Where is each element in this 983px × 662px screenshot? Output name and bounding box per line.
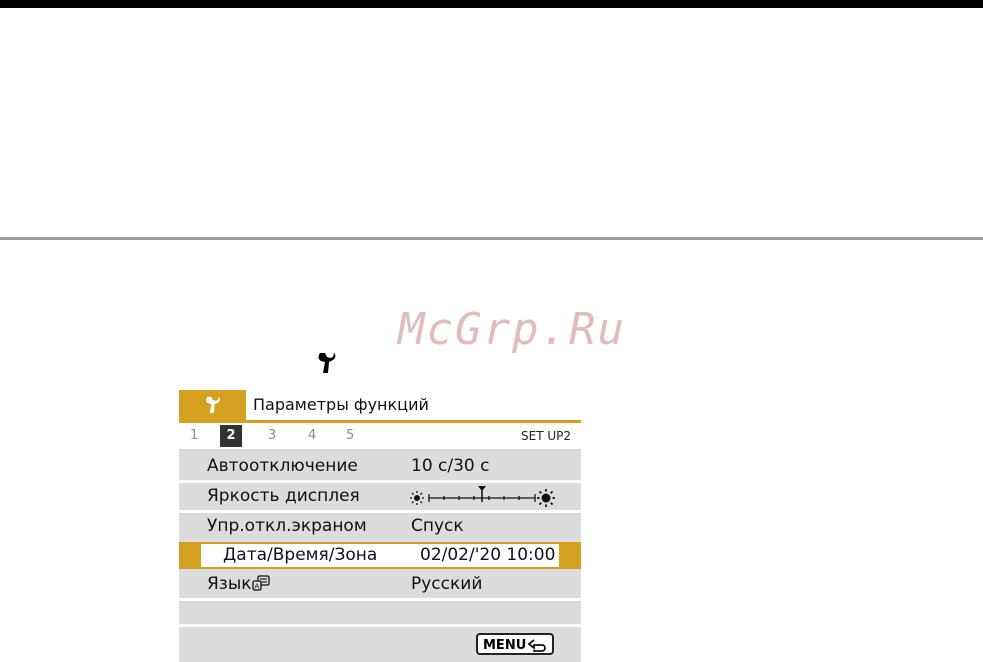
row-divider [179,598,581,601]
svg-text:A: A [254,583,259,591]
wrench-icon [205,396,220,414]
tab-page-3[interactable]: 3 [268,425,276,447]
sun-large-icon [537,489,555,507]
row-value: Спуск [411,516,464,536]
menu-back-button[interactable]: MENU [476,633,554,655]
page-tabs: 1 2 3 4 5 SET UP2 [179,423,581,449]
menu-row-auto-off[interactable]: Автоотключение 10 с/30 с [179,453,581,480]
language-label-text: Язык [207,574,252,594]
language-icon: A [251,575,270,591]
row-value: 02/02/'20 10:00 [420,545,556,565]
tab-setup[interactable] [179,390,246,420]
tab-page-2[interactable]: 2 [220,425,242,447]
watermark: McGrp.Ru [398,304,626,355]
row-label: Язык A [207,571,270,598]
row-label: Автоотключение [207,456,358,476]
page-indicator: SET UP2 [521,429,571,443]
menu-row-brightness[interactable]: Яркость дисплея [179,483,581,510]
tab-page-4[interactable]: 4 [308,425,316,447]
row-value: 10 с/30 с [411,456,490,476]
row-label: Яркость дисплея [207,486,360,506]
tab-page-5[interactable]: 5 [346,425,354,447]
sun-small-icon [410,491,424,505]
menu-row-screen-off[interactable]: Упр.откл.экраном Спуск [179,513,581,540]
wrench-icon [318,353,336,373]
menu-row-date-time[interactable]: Дата/Время/Зона 02/02/'20 10:00 [179,542,581,569]
selection-highlight: Дата/Время/Зона 02/02/'20 10:00 [201,544,559,567]
back-arrow-icon [528,639,546,652]
slider-pointer [478,486,486,491]
camera-menu: Параметры функций 1 2 3 4 5 SET UP2 Авто… [179,390,581,662]
menu-row-language[interactable]: Язык A Русский [179,571,581,598]
top-rule [0,0,983,8]
menu-footer: MENU [179,624,581,662]
row-label: Дата/Время/Зона [223,545,378,565]
section-divider [0,237,983,240]
brightness-slider [410,486,555,507]
tab-page-1[interactable]: 1 [190,425,198,447]
menu-title: Параметры функций [253,395,429,414]
menu-button-label: MENU [483,638,527,653]
row-label: Упр.откл.экраном [207,516,367,536]
menu-header: Параметры функций [179,390,581,420]
row-value: Русский [411,574,483,594]
